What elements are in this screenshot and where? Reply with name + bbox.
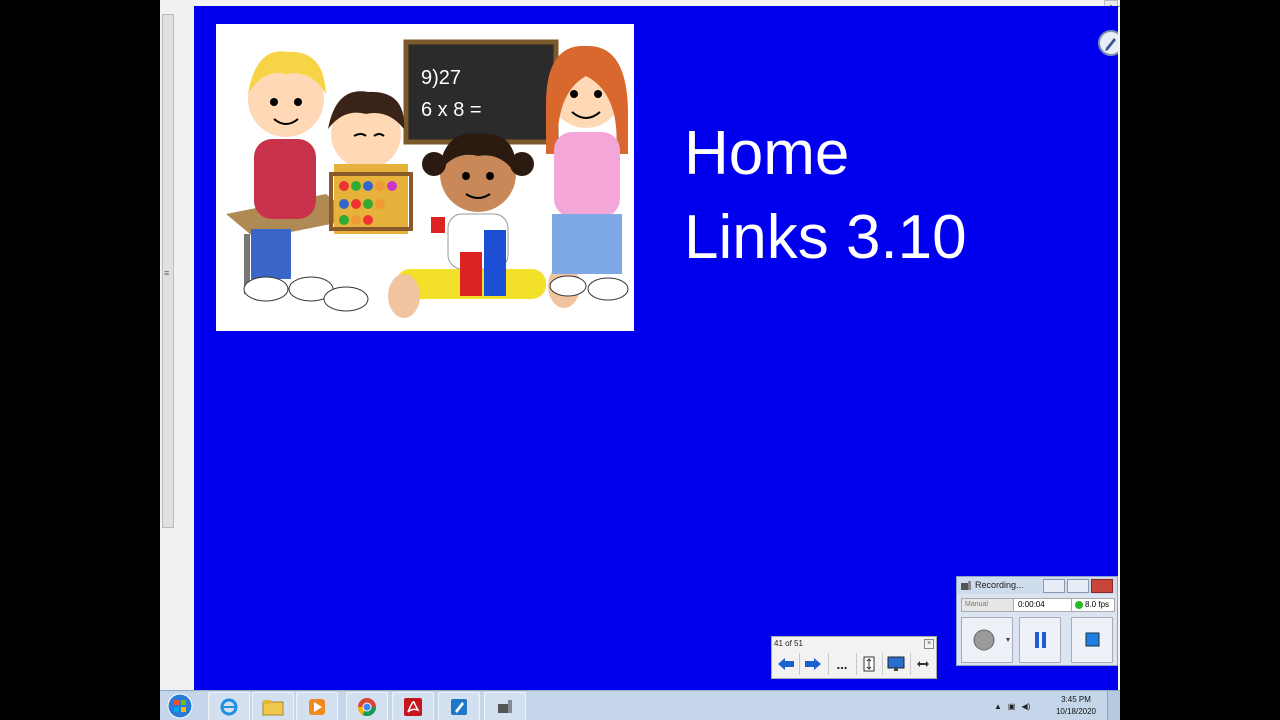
notebook-icon [451, 698, 467, 715]
taskbar: ▲ ▣ ◀) 3:45 PM 10/18/2020 [160, 690, 1120, 720]
page-icon [863, 656, 875, 672]
media-player-icon [309, 698, 325, 715]
prev-slide-button[interactable] [774, 653, 798, 675]
slide-nav-toolbar: 41 of 51 × ... [771, 636, 937, 679]
record-button[interactable] [961, 617, 1013, 663]
minimize-button[interactable] [1043, 579, 1065, 593]
recorder-title: Recording... [975, 580, 1024, 590]
pause-button[interactable] [1019, 617, 1061, 663]
pen-tool-icon[interactable] [1098, 30, 1118, 56]
taskbar-notebook[interactable] [438, 692, 480, 720]
left-rail: ≡ [160, 0, 195, 690]
more-button[interactable]: ... [828, 653, 855, 675]
stop-button[interactable] [1071, 617, 1113, 663]
taskbar-media[interactable] [296, 692, 338, 720]
slide-counter: 41 of 51 [774, 639, 803, 648]
close-button[interactable] [1091, 579, 1113, 593]
volume-icon[interactable]: ◀) [1021, 702, 1030, 711]
screen: ≡ ▲ 9)27 6 x 8 = [160, 0, 1120, 720]
ie-icon [220, 698, 238, 715]
recorder-elapsed: 0:00:04 [1013, 598, 1075, 612]
screen-icon [887, 656, 905, 671]
network-icon[interactable]: ▣ [1008, 702, 1016, 711]
slide-title-line1: Home [684, 119, 850, 188]
recorder-window: Recording... Manual 0:00:04 8.0 fps [956, 576, 1118, 666]
resize-icon [917, 661, 929, 667]
recorder-fps: 8.0 fps [1071, 598, 1115, 612]
arrow-left-icon [778, 658, 794, 670]
recorder-titlebar[interactable]: Recording... [957, 577, 1117, 594]
windows-start-icon [167, 693, 193, 719]
next-slide-button[interactable] [799, 653, 826, 675]
record-icon [973, 629, 1010, 651]
recorder-app-icon [961, 581, 971, 590]
recorder-app-icon [498, 699, 512, 713]
taskbar-chrome[interactable] [346, 692, 388, 720]
tray-expand-icon[interactable]: ▲ [994, 702, 1002, 711]
arrow-right-icon [805, 658, 821, 670]
slide-title: Home Links 3.10 [684, 112, 967, 280]
chalkboard-text-2: 6 x 8 = [421, 99, 482, 121]
taskbar-acrobat[interactable] [392, 692, 434, 720]
chrome-icon [358, 697, 376, 716]
folder-icon [262, 699, 284, 715]
taskbar-ie[interactable] [208, 692, 250, 720]
kids-clipart: 9)27 6 x 8 = [216, 24, 634, 331]
taskbar-explorer[interactable] [252, 692, 294, 720]
taskbar-clock[interactable]: 3:45 PM 10/18/2020 [1050, 694, 1102, 718]
close-icon[interactable]: × [924, 639, 934, 649]
pause-icon [1035, 632, 1046, 648]
acrobat-icon [404, 697, 422, 716]
clock-time: 3:45 PM [1061, 695, 1091, 704]
chalkboard-text-1: 9)27 [421, 67, 461, 89]
recorder-fps-value: 8.0 fps [1085, 600, 1110, 609]
stop-icon [1085, 632, 1100, 647]
resize-button[interactable] [910, 653, 935, 675]
slide-title-line2: Links 3.10 [684, 203, 967, 272]
system-tray: ▲ ▣ ◀) [994, 692, 1030, 720]
taskbar-recorder[interactable] [484, 692, 526, 720]
maximize-button[interactable] [1067, 579, 1089, 593]
status-dot-icon [1075, 601, 1083, 609]
show-desktop-button[interactable] [1107, 691, 1120, 720]
recorder-mode-select[interactable]: Manual [961, 598, 1014, 612]
page-button[interactable] [856, 653, 881, 675]
clock-date: 10/18/2020 [1055, 707, 1097, 716]
rail-grip-icon[interactable]: ≡ [164, 268, 170, 278]
display-button[interactable] [882, 653, 909, 675]
start-button[interactable] [164, 692, 196, 720]
